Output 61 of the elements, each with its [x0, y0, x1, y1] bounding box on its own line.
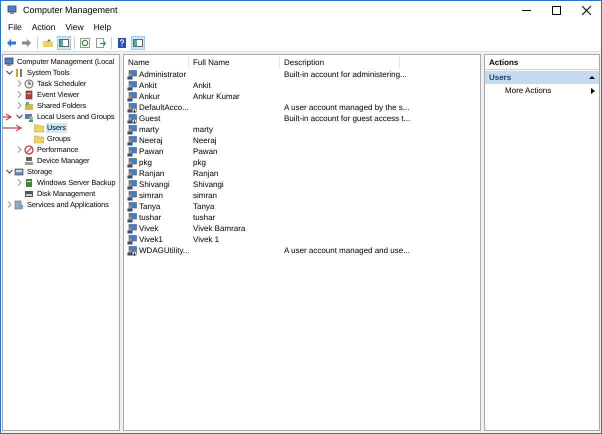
user-name[interactable]: Ankit [139, 81, 157, 90]
actions-section-header[interactable]: Users [485, 71, 599, 84]
full-name: Pawan [193, 147, 218, 156]
tree-toolbar-button[interactable] [57, 36, 71, 50]
description: A user account managed and use... [284, 246, 410, 255]
user-name[interactable]: marty [139, 125, 159, 134]
refresh-toolbar-button[interactable] [78, 36, 92, 50]
window-title: Computer Management [23, 5, 119, 15]
help-toolbar-button[interactable] [115, 36, 129, 50]
expand-chevron-icon[interactable] [5, 200, 14, 209]
description: Built-in account for guest access t... [284, 114, 410, 123]
full-name: Shivangi [193, 180, 224, 189]
pane-toolbar-button[interactable] [131, 36, 145, 50]
action-item[interactable]: More Actions [485, 84, 599, 97]
full-name: Tanya [193, 202, 214, 211]
collapse-chevron-icon[interactable] [15, 112, 24, 121]
user-name[interactable]: tushar [139, 213, 162, 222]
full-name: marty [193, 125, 213, 134]
collapse-chevron-icon[interactable] [5, 68, 14, 77]
user-name[interactable]: Shivangi [139, 180, 170, 189]
full-name: Vivek 1 [193, 235, 220, 244]
storage-icon [14, 166, 24, 176]
collapse-chevron-icon[interactable] [5, 167, 14, 176]
user-name[interactable]: Vivek [139, 224, 158, 233]
close-icon[interactable] [582, 6, 590, 14]
computer-icon [4, 56, 14, 66]
clock-icon [24, 78, 34, 88]
expand-chevron-icon[interactable] [15, 90, 24, 99]
user-name[interactable]: Ranjan [139, 169, 164, 178]
users-icon [24, 112, 34, 122]
description: Built-in account for administering... [284, 70, 407, 79]
column-header[interactable]: Description [280, 57, 400, 69]
user-name[interactable]: pkg [139, 158, 152, 167]
description: A user account managed by the s... [284, 103, 410, 112]
user-name[interactable]: Neeraj [139, 136, 163, 145]
user-name[interactable]: Tanya [139, 202, 160, 211]
performance-icon [24, 144, 34, 154]
full-name: tushar [193, 213, 216, 222]
user-name[interactable]: Pawan [139, 147, 164, 156]
menu-item[interactable]: View [60, 22, 89, 32]
maximize-icon[interactable] [552, 6, 560, 14]
menu-item[interactable]: File [3, 22, 27, 32]
full-name: Vivek Bamrara [193, 224, 246, 233]
menu-item[interactable]: Action [26, 22, 60, 32]
full-name: Ranjan [193, 169, 218, 178]
user-name[interactable]: simran [139, 191, 164, 200]
column-header[interactable]: Name [124, 57, 189, 69]
user-name[interactable]: Vivek1 [139, 235, 163, 244]
computer-management-icon [7, 5, 17, 15]
user-name[interactable]: Administrator [139, 70, 186, 79]
full-name: Neeraj [193, 136, 217, 145]
full-name: pkg [193, 158, 206, 167]
column-header[interactable]: Full Name [189, 57, 280, 69]
full-name: Ankit [193, 81, 211, 90]
actions-header: Actions [485, 57, 599, 70]
full-name: simran [193, 191, 218, 200]
expand-chevron-icon[interactable] [15, 145, 24, 154]
user-name[interactable]: Ankur [139, 92, 160, 101]
full-name: Ankur Kumar [193, 92, 240, 101]
menu-item[interactable]: Help [88, 22, 116, 32]
export-toolbar-button[interactable] [94, 36, 108, 50]
